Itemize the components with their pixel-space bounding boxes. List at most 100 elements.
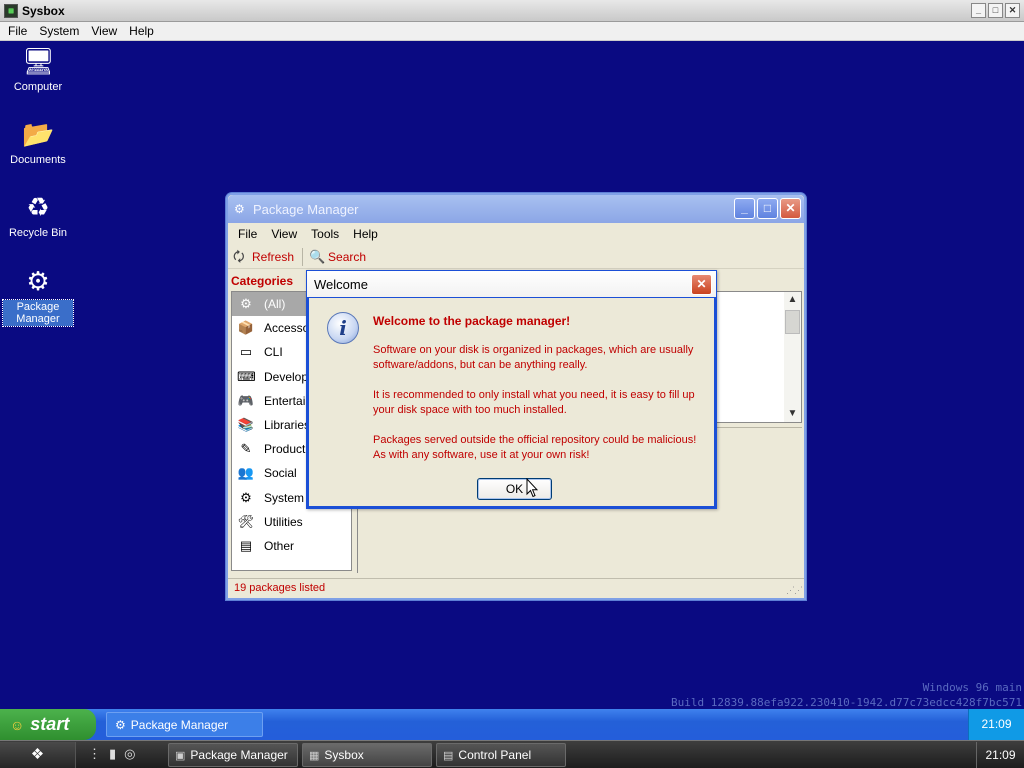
- host-window-title: Sysbox: [22, 3, 65, 18]
- category-utilities[interactable]: 🛠 Utilities: [232, 510, 351, 534]
- all-icon: ⚙: [240, 296, 252, 312]
- development-icon: ⌨: [237, 368, 256, 384]
- scroll-up-arrow-icon[interactable]: ▲: [784, 292, 801, 308]
- desktop-icon-documents[interactable]: 📂 Documents: [3, 118, 73, 167]
- host-menu-help[interactable]: Help: [125, 24, 162, 38]
- maximize-button[interactable]: □: [757, 198, 778, 219]
- entertainment-icon: 🎮: [237, 392, 255, 408]
- menu-file[interactable]: File: [234, 227, 267, 241]
- category-other[interactable]: ▤ Other: [232, 534, 351, 558]
- welcome-dialog: Welcome ✕ i Welcome to the package manag…: [306, 270, 717, 509]
- quick-launch: ⋮ ▮ ◎: [88, 746, 136, 762]
- host-menubar: File System View Help: [0, 22, 1024, 41]
- browser-icon[interactable]: ◎: [124, 746, 135, 762]
- host-minimize-button[interactable]: _: [971, 3, 986, 18]
- host-clock: 21:09: [976, 742, 1024, 768]
- toolbar-separator: [302, 247, 304, 266]
- dialog-paragraph: Software on your disk is organized in pa…: [373, 344, 694, 371]
- package-list-scrollbar[interactable]: ▲ ▼: [784, 292, 801, 422]
- desktop-icon-recycle-bin[interactable]: ♻ Recycle Bin: [3, 191, 73, 240]
- host-task-label: Package Manager: [190, 748, 288, 762]
- search-button[interactable]: 🔍 Search: [309, 249, 366, 265]
- package-manager-menubar: File View Tools Help: [228, 223, 804, 245]
- host-restore-button[interactable]: □: [988, 3, 1003, 18]
- host-menu-file[interactable]: File: [4, 24, 35, 38]
- other-icon: ▤: [239, 537, 253, 553]
- host-task-sysbox[interactable]: ▦ Sysbox: [302, 743, 432, 767]
- taskbar-item-package-manager[interactable]: ⚙ Package Manager: [106, 712, 263, 737]
- package-manager-titlebar[interactable]: ⚙ Package Manager _ □ ✕: [228, 195, 804, 223]
- taskbar-item-label: Package Manager: [130, 717, 229, 732]
- menu-help[interactable]: Help: [349, 227, 388, 241]
- host-task-label: Sysbox: [324, 748, 364, 762]
- build-watermark-line2: Build 12839.88efa922.230410-1942.d77c73e…: [671, 696, 1022, 709]
- status-bar: 19 packages listed ⋰⋰: [228, 578, 804, 598]
- smiley-icon: ☺: [10, 716, 25, 733]
- host-start-button[interactable]: ❖: [0, 742, 76, 768]
- start-label: start: [30, 714, 70, 734]
- scrollbar-thumb[interactable]: [785, 310, 800, 334]
- guest-clock: 21:09: [968, 709, 1024, 740]
- categories-heading: Categories: [231, 274, 294, 288]
- desktop-icon-label: Computer: [13, 81, 63, 93]
- host-close-button[interactable]: ✕: [1005, 3, 1020, 18]
- close-button[interactable]: ✕: [780, 198, 801, 219]
- package-manager-icon: ▣: [175, 749, 186, 762]
- host-menu-view[interactable]: View: [87, 24, 125, 38]
- social-icon: 👥: [237, 465, 255, 481]
- productivity-icon: ✎: [240, 441, 252, 457]
- dialog-close-button[interactable]: ✕: [691, 274, 712, 295]
- desktop-icon-computer[interactable]: 🖥 Computer: [3, 45, 73, 94]
- cli-icon: ▭: [239, 344, 253, 360]
- minimize-button[interactable]: _: [734, 198, 755, 219]
- sysbox-app-icon: ▦: [4, 3, 18, 18]
- category-label: CLI: [264, 345, 283, 360]
- resize-grip-icon[interactable]: ⋰⋰: [786, 585, 803, 596]
- desktop-icon-package-manager[interactable]: ⚙ Package Manager: [2, 265, 74, 327]
- guest-taskbar: ☺ start ⚙ Package Manager 21:09: [0, 709, 1024, 740]
- desktop-icon-label: Package Manager: [2, 299, 74, 327]
- show-desktop-icon[interactable]: ⋮: [88, 746, 101, 762]
- dialog-heading: Welcome to the package manager!: [373, 314, 571, 328]
- host-menu-system[interactable]: System: [35, 24, 87, 38]
- menu-view[interactable]: View: [267, 227, 307, 241]
- package-manager-title: Package Manager: [253, 201, 359, 217]
- search-label: Search: [328, 249, 367, 264]
- refresh-icon: 🗘: [233, 248, 245, 264]
- package-manager-icon: ⚙: [115, 717, 126, 732]
- host-window-controls: _ □ ✕: [971, 3, 1020, 18]
- package-manager-icon: ⚙: [26, 266, 50, 296]
- menu-tools[interactable]: Tools: [307, 227, 349, 241]
- utilities-icon: 🛠: [237, 513, 255, 529]
- mouse-pointer-icon: [526, 478, 538, 498]
- dialog-paragraph: Packages served outside the official rep…: [373, 434, 697, 461]
- start-button[interactable]: ☺ start: [0, 709, 96, 740]
- control-panel-icon: ▤: [443, 749, 454, 762]
- documents-folder-icon: 📂: [22, 119, 55, 149]
- system-icon: ⚙: [240, 489, 252, 505]
- desktop-icon-label: Documents: [10, 154, 66, 166]
- folder-icon[interactable]: ▮: [109, 746, 116, 762]
- category-label: Libraries: [264, 418, 311, 433]
- refresh-button[interactable]: 🗘 Refresh: [233, 249, 294, 265]
- package-manager-toolbar: 🗘 Refresh 🔍 Search: [228, 245, 804, 269]
- category-label: Other: [264, 538, 295, 553]
- build-watermark-line1: Windows 96 main: [922, 681, 1022, 694]
- status-text: 19 packages listed: [234, 582, 326, 594]
- category-label: Social: [264, 466, 297, 481]
- windows-logo-icon: ❖: [30, 746, 45, 763]
- welcome-dialog-title: Welcome: [314, 276, 368, 292]
- accessories-icon: 📦: [237, 320, 255, 336]
- host-titlebar: ▦ Sysbox _ □ ✕: [0, 0, 1024, 22]
- host-task-control-panel[interactable]: ▤ Control Panel: [436, 743, 566, 767]
- category-label: Utilities: [264, 514, 303, 529]
- desktop-icon-label: Recycle Bin: [8, 227, 68, 239]
- refresh-label: Refresh: [252, 249, 295, 264]
- category-label: (All): [264, 297, 286, 312]
- host-task-package-manager[interactable]: ▣ Package Manager: [168, 743, 298, 767]
- scroll-down-arrow-icon[interactable]: ▼: [784, 406, 801, 422]
- host-taskbar: ❖ ⋮ ▮ ◎ ▣ Package Manager ▦ Sysbox ▤ Con…: [0, 740, 1024, 768]
- dialog-message: Welcome to the package manager! Software…: [373, 314, 703, 478]
- ok-button[interactable]: OK: [477, 478, 552, 500]
- welcome-dialog-titlebar[interactable]: Welcome: [306, 270, 717, 298]
